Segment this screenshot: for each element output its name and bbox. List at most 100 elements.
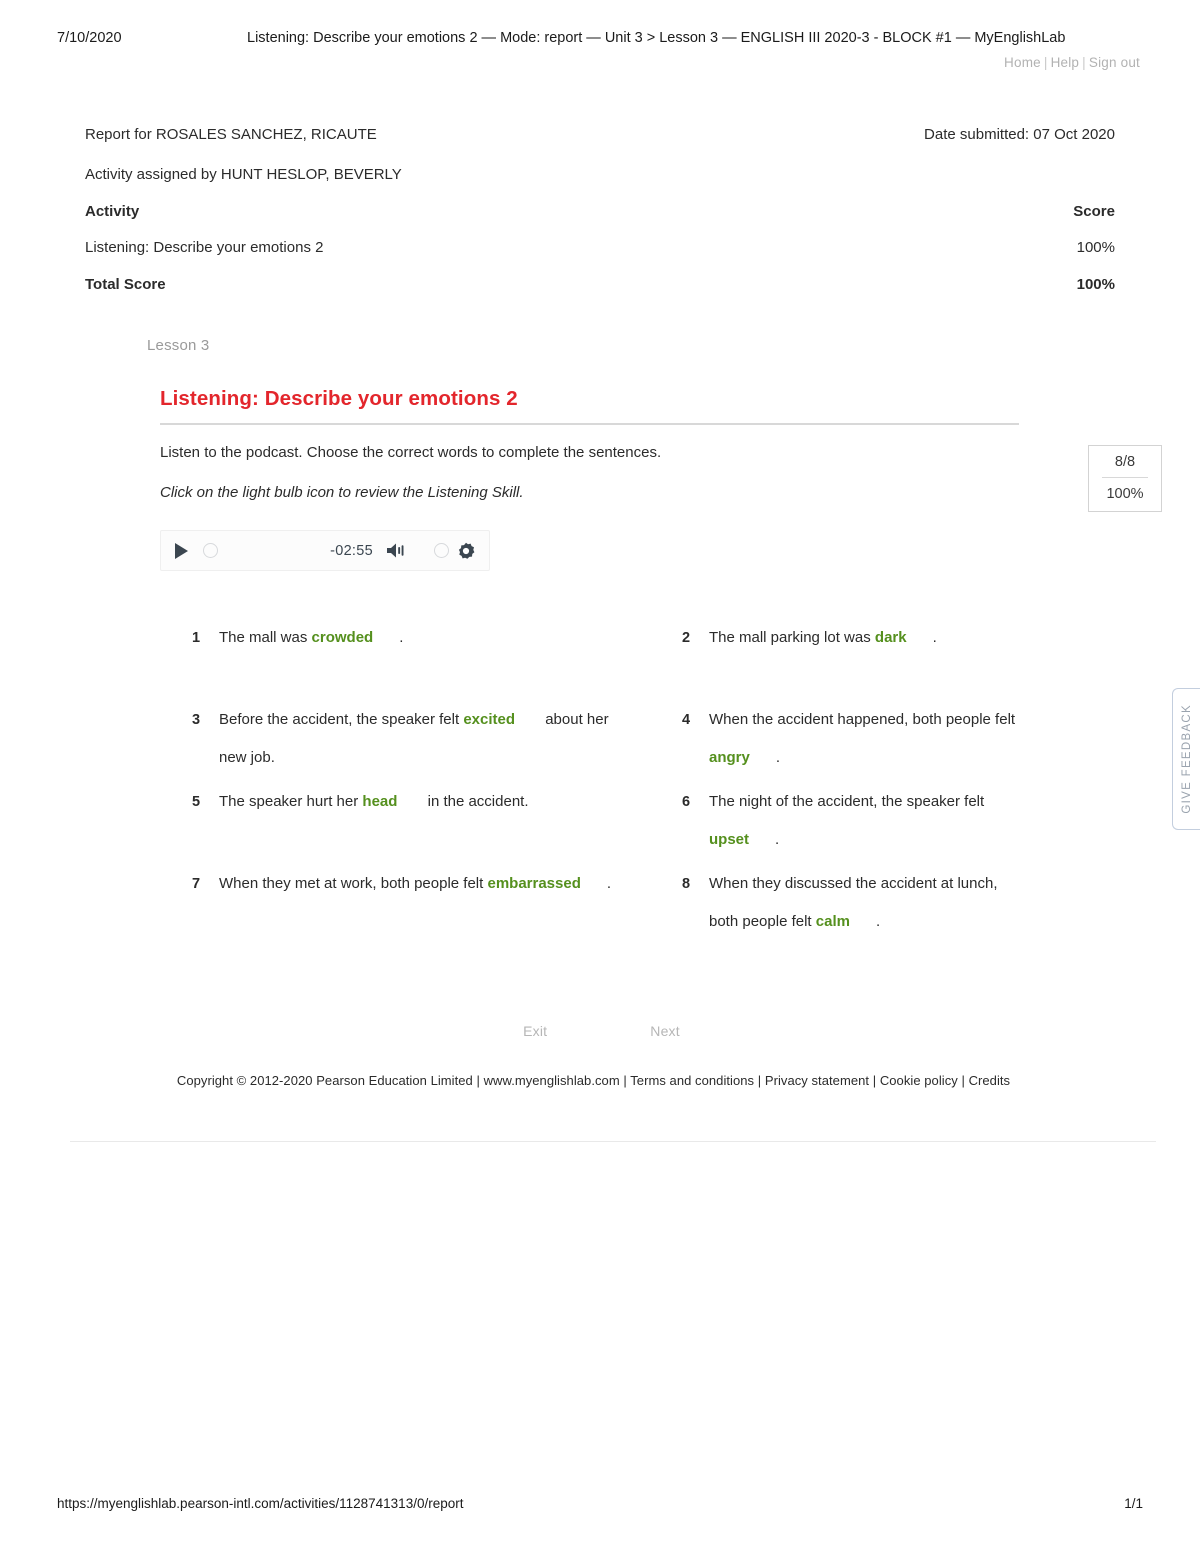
- report-summary: Report for ROSALES SANCHEZ, RICAUTE Date…: [85, 126, 1115, 293]
- score-badge: 8/8 100%: [1088, 445, 1162, 512]
- activity-body: 8/8 100% Listening: Describe your emotio…: [70, 387, 1162, 1142]
- report-row-assigned-by: Activity assigned by HUNT HESLOP, BEVERL…: [85, 166, 1115, 183]
- lesson-label: Lesson 3: [147, 337, 210, 354]
- page-content: Home | Help | Sign out Report for ROSALES SA…: [57, 55, 1162, 1142]
- print-url: https://myenglishlab.pearson-intl.com/ac…: [57, 1496, 464, 1511]
- link-cookie-policy[interactable]: Cookie policy: [880, 1073, 958, 1088]
- top-nav: Home | Help | Sign out: [57, 55, 1143, 70]
- print-footer: https://myenglishlab.pearson-intl.com/ac…: [57, 1496, 1143, 1511]
- question-answer[interactable]: crowded: [312, 629, 374, 646]
- progress-handle-icon[interactable]: [203, 543, 218, 558]
- question-prefix: When the accident happened, both people …: [709, 711, 1016, 728]
- total-score-value: 100%: [1076, 276, 1115, 293]
- score-fraction: 8/8: [1114, 454, 1136, 470]
- question-answer[interactable]: upset: [709, 831, 749, 848]
- question-number: 3: [192, 712, 201, 728]
- activity-score-cell: 100%: [1076, 239, 1115, 256]
- copyright-text: Copyright © 2012-2020 Pearson Education …: [176, 1073, 480, 1088]
- question-prefix: Before the accident, the speaker felt: [219, 711, 464, 728]
- link-privacy[interactable]: Privacy statement: [765, 1073, 869, 1088]
- question-prefix: When they discussed the accident at lunc…: [709, 875, 998, 930]
- question-text: The speaker hurt her head in the acciden…: [219, 783, 619, 821]
- question-number: 2: [682, 630, 691, 646]
- print-page-title: Listening: Describe your emotions 2 — Mo…: [247, 30, 1066, 46]
- print-page-number: 1/1: [1124, 1496, 1143, 1511]
- report-table-header: Activity Score: [85, 203, 1115, 220]
- nav-link-sign-out[interactable]: Sign out: [1089, 55, 1140, 70]
- question-text: The mall was crowded.: [219, 619, 619, 657]
- question-text: The mall parking lot was dark.: [709, 619, 1027, 657]
- score-divider: [1102, 477, 1148, 478]
- question-prefix: When they met at work, both people felt: [219, 875, 488, 892]
- audio-time-remaining: -02:55: [330, 542, 373, 559]
- question-item: 4 When the accident happened, both peopl…: [682, 701, 1027, 783]
- activity-name-cell: Listening: Describe your emotions 2: [85, 239, 324, 256]
- question-answer[interactable]: head: [362, 793, 397, 810]
- question-answer[interactable]: angry: [709, 749, 750, 766]
- link-terms[interactable]: Terms and conditions: [630, 1073, 754, 1088]
- question-suffix: .: [875, 913, 881, 930]
- report-total-row: Total Score 100%: [85, 276, 1115, 293]
- link-credits[interactable]: Credits: [969, 1073, 1011, 1088]
- question-prefix: The speaker hurt her: [219, 793, 363, 810]
- nav-separator-1: |: [1043, 55, 1048, 70]
- report-row-student: Report for ROSALES SANCHEZ, RICAUTE Date…: [85, 126, 1115, 143]
- total-score-label: Total Score: [85, 276, 166, 293]
- nav-link-help[interactable]: Help: [1051, 55, 1080, 70]
- question-suffix: .: [399, 629, 404, 646]
- question-prefix: The mall was: [219, 629, 312, 646]
- question-text: When the accident happened, both people …: [709, 701, 1027, 777]
- question-prefix: The night of the accident, the speaker f…: [709, 793, 985, 810]
- question-item: 5 The speaker hurt her head in the accid…: [192, 783, 682, 865]
- activity-title: Listening: Describe your emotions 2: [160, 387, 518, 410]
- score-percent: 100%: [1106, 486, 1144, 502]
- question-number: 1: [192, 630, 201, 646]
- speaker-icon[interactable]: [386, 542, 407, 559]
- question-suffix: .: [775, 749, 781, 766]
- next-button[interactable]: Next: [650, 1023, 680, 1039]
- question-answer[interactable]: dark: [875, 629, 907, 646]
- question-item: 3 Before the accident, the speaker felt …: [192, 701, 682, 783]
- question-suffix: .: [606, 875, 612, 892]
- give-feedback-label: GIVE FEEDBACK: [1180, 704, 1193, 814]
- copyright-sep-1: |: [623, 1073, 627, 1088]
- link-myenglishlab[interactable]: www.myenglishlab.com: [484, 1073, 620, 1088]
- title-divider: [160, 423, 1019, 425]
- exit-button[interactable]: Exit: [523, 1023, 547, 1039]
- assigned-by-label: Activity assigned by HUNT HESLOP, BEVERL…: [85, 166, 402, 183]
- question-prefix: The mall parking lot was: [709, 629, 875, 646]
- question-number: 4: [682, 712, 691, 728]
- copyright-footer: Copyright © 2012-2020 Pearson Education …: [160, 1073, 1027, 1088]
- questions-grid: 1 The mall was crowded. 2 The mall parki…: [192, 619, 1027, 947]
- column-header-activity: Activity: [85, 203, 140, 220]
- nav-separator-2: |: [1082, 55, 1086, 70]
- question-item: 2 The mall parking lot was dark.: [682, 619, 1027, 701]
- page-bottom-divider: [70, 1141, 1156, 1142]
- volume-handle-icon[interactable]: [434, 543, 449, 558]
- question-item: 6 The night of the accident, the speaker…: [682, 783, 1027, 865]
- print-header: 7/10/2020 Listening: Describe your emoti…: [57, 30, 1143, 46]
- copyright-sep-3: |: [872, 1073, 877, 1088]
- report-for-label: Report for ROSALES SANCHEZ, RICAUTE: [85, 126, 377, 143]
- audio-player[interactable]: -02:55: [160, 530, 490, 571]
- play-icon[interactable]: [175, 542, 188, 559]
- date-submitted-label: Date submitted: 07 Oct 2020: [924, 126, 1115, 143]
- question-suffix: .: [932, 629, 937, 646]
- question-number: 5: [192, 794, 201, 810]
- question-text: When they met at work, both people felt …: [219, 865, 619, 903]
- question-answer[interactable]: embarrassed: [487, 875, 580, 892]
- activity-instruction: Listen to the podcast. Choose the correc…: [160, 444, 662, 461]
- copyright-sep-4: |: [961, 1073, 965, 1088]
- question-text: The night of the accident, the speaker f…: [709, 783, 1027, 859]
- question-number: 8: [682, 876, 691, 892]
- give-feedback-tab[interactable]: GIVE FEEDBACK: [1172, 688, 1200, 830]
- question-text: Before the accident, the speaker felt ex…: [219, 701, 619, 777]
- question-suffix: in the accident.: [423, 793, 529, 810]
- question-text: When they discussed the accident at lunc…: [709, 865, 1027, 941]
- question-number: 7: [192, 876, 201, 892]
- question-answer[interactable]: excited: [463, 711, 515, 728]
- activity-nav-buttons: Exit Next: [160, 1023, 1027, 1039]
- question-answer[interactable]: calm: [816, 913, 850, 930]
- gear-icon[interactable]: [457, 542, 475, 560]
- nav-link-home[interactable]: Home: [1004, 55, 1041, 70]
